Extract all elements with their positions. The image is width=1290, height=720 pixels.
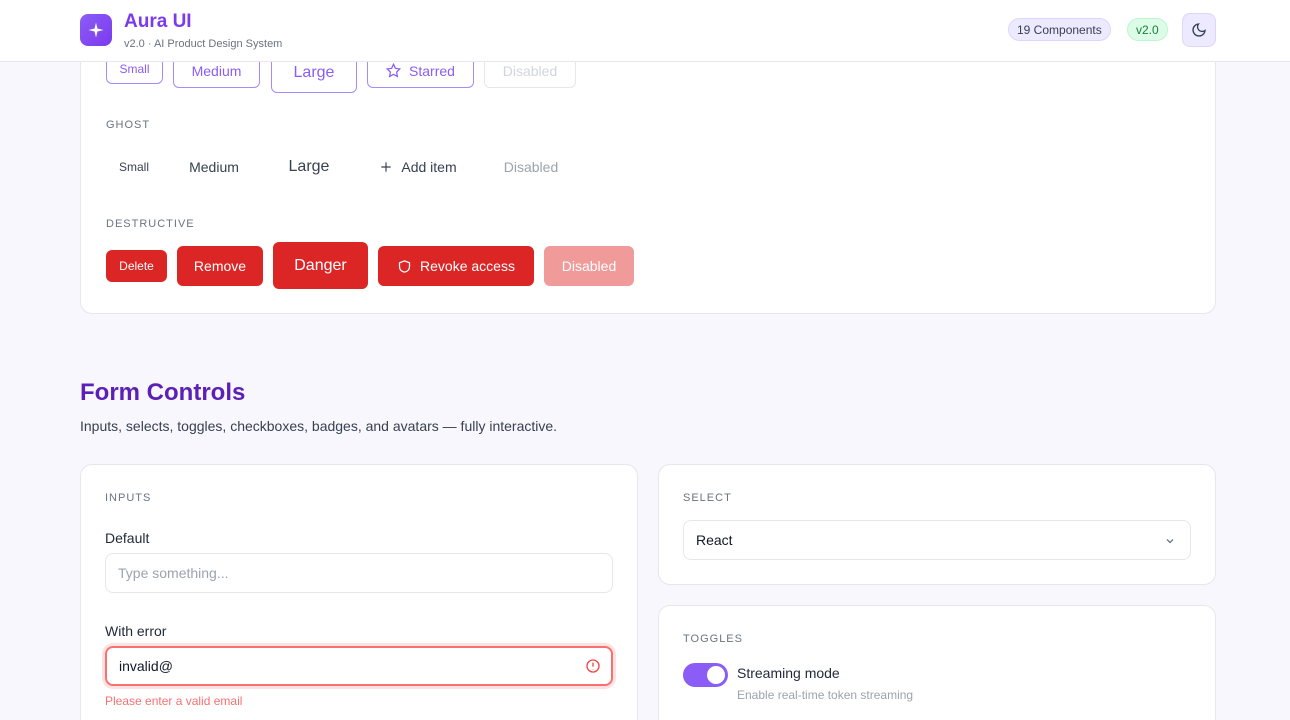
error-message: Please enter a valid email (105, 694, 243, 708)
delete-button[interactable]: Delete (106, 250, 167, 282)
error-input-value: invalid@ (119, 658, 173, 674)
streaming-mode-toggle[interactable] (683, 663, 728, 687)
form-controls-description: Inputs, selects, toggles, checkboxes, ba… (80, 418, 558, 434)
error-input[interactable]: invalid@ (105, 646, 613, 686)
streaming-mode-title: Streaming mode (737, 665, 840, 681)
ghost-large-button[interactable]: Large (269, 147, 349, 187)
default-input[interactable]: Type something... (105, 553, 613, 593)
toggles-card: TOGGLES Streaming mode Enable real-time … (658, 605, 1216, 720)
app-subtitle: v2.0 · AI Product Design System (124, 38, 283, 50)
chevron-down-icon (1166, 539, 1174, 544)
components-badge: 19 Components (1008, 18, 1111, 41)
add-item-label: Add item (401, 159, 457, 175)
default-input-label: Default (105, 530, 150, 546)
revoke-access-label: Revoke access (420, 258, 515, 274)
sparkle-icon (88, 22, 104, 38)
revoke-access-button[interactable]: Revoke access (378, 246, 534, 286)
shield-icon (398, 259, 411, 273)
ghost-add-item-button[interactable]: Add item (364, 149, 472, 185)
toggle-knob (707, 666, 725, 684)
framework-select[interactable]: React (683, 520, 1191, 560)
inputs-section-label: INPUTS (105, 492, 152, 504)
select-section-label: SELECT (683, 492, 732, 504)
plus-icon (381, 162, 392, 172)
app-title: Aura UI (124, 11, 192, 32)
destructive-section-label: DESTRUCTIVE (106, 218, 195, 230)
select-card: SELECT React (658, 464, 1216, 585)
destructive-disabled-button: Disabled (544, 246, 634, 286)
ghost-small-button[interactable]: Small (106, 152, 162, 182)
remove-button[interactable]: Remove (177, 246, 263, 286)
buttons-card: Small Medium Large Starred Disabled GHOS… (80, 20, 1216, 314)
ghost-disabled-button: Disabled (503, 159, 559, 175)
moon-icon (1192, 23, 1206, 37)
theme-toggle-button[interactable] (1182, 13, 1216, 47)
error-input-label: With error (105, 623, 167, 639)
version-badge: v2.0 (1127, 18, 1168, 41)
logo (80, 14, 112, 46)
starred-label: Starred (409, 62, 455, 79)
toggles-section-label: TOGGLES (683, 633, 743, 645)
streaming-mode-description: Enable real-time token streaming (737, 688, 914, 702)
inputs-card: INPUTS Default Type something... With er… (80, 464, 638, 720)
ghost-section-label: GHOST (106, 119, 151, 131)
form-controls-title: Form Controls (80, 379, 246, 406)
danger-button[interactable]: Danger (273, 242, 368, 289)
star-icon (386, 63, 402, 78)
select-value: React (696, 532, 733, 548)
alert-circle-icon (586, 659, 600, 673)
ghost-medium-button[interactable]: Medium (173, 149, 255, 185)
top-header: Aura UI v2.0 · AI Product Design System … (0, 0, 1290, 62)
